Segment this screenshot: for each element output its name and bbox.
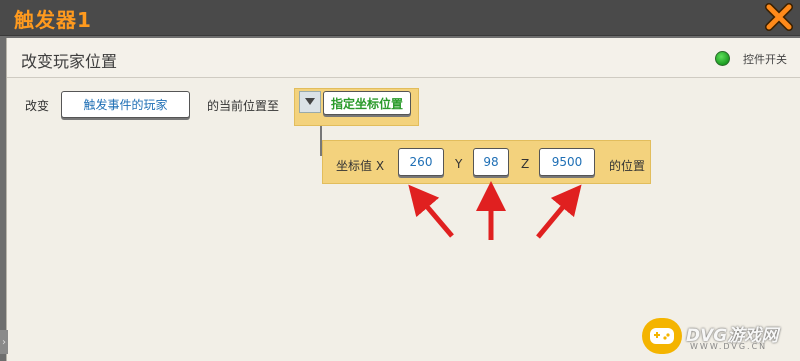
red-arrow-icon	[408, 184, 454, 238]
watermark-subtext: WWW.DVG.CN	[690, 342, 768, 351]
side-expand-tab[interactable]: ›	[0, 330, 8, 354]
watermark: DVG游戏网 WWW.DVG.CN	[642, 318, 792, 358]
red-arrow-icon	[536, 184, 582, 239]
gamepad-logo-icon	[642, 318, 682, 354]
annotation-arrows	[408, 181, 582, 240]
